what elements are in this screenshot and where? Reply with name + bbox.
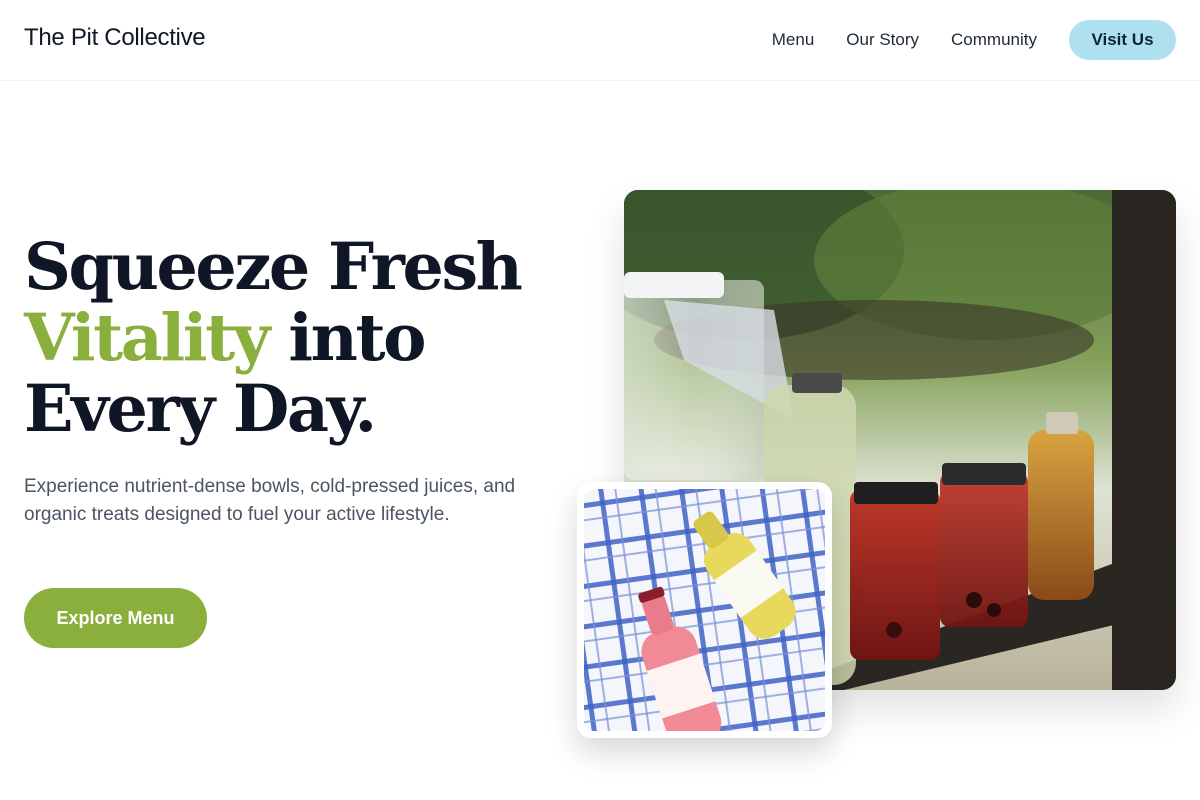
brand-logo-text[interactable]: The Pit Collective [24, 24, 206, 52]
headline-line-2-rest: into [268, 300, 426, 376]
main-nav: Menu Our Story Community Visit Us [772, 20, 1176, 60]
headline-line-3: Every Day. [24, 371, 377, 447]
site-header: The Pit Collective Menu Our Story Commun… [0, 0, 1200, 81]
hero-subtext: Experience nutrient-dense bowls, cold-pr… [24, 476, 516, 525]
tonic-bottles-illustration [584, 489, 825, 731]
explore-menu-button[interactable]: Explore Menu [24, 588, 207, 648]
headline-line-1: Squeeze Fresh [24, 229, 523, 305]
nav-link-our-story[interactable]: Our Story [846, 30, 919, 50]
hero-inset-photo [577, 482, 832, 738]
hero-headline: Squeeze Fresh Vitality into Every Day. [24, 232, 584, 445]
visit-us-button[interactable]: Visit Us [1069, 20, 1176, 60]
inset-photo-frame [584, 489, 825, 731]
nav-link-community[interactable]: Community [951, 30, 1037, 50]
headline-accent-word: Vitality [24, 300, 271, 376]
nav-link-menu[interactable]: Menu [772, 30, 815, 50]
